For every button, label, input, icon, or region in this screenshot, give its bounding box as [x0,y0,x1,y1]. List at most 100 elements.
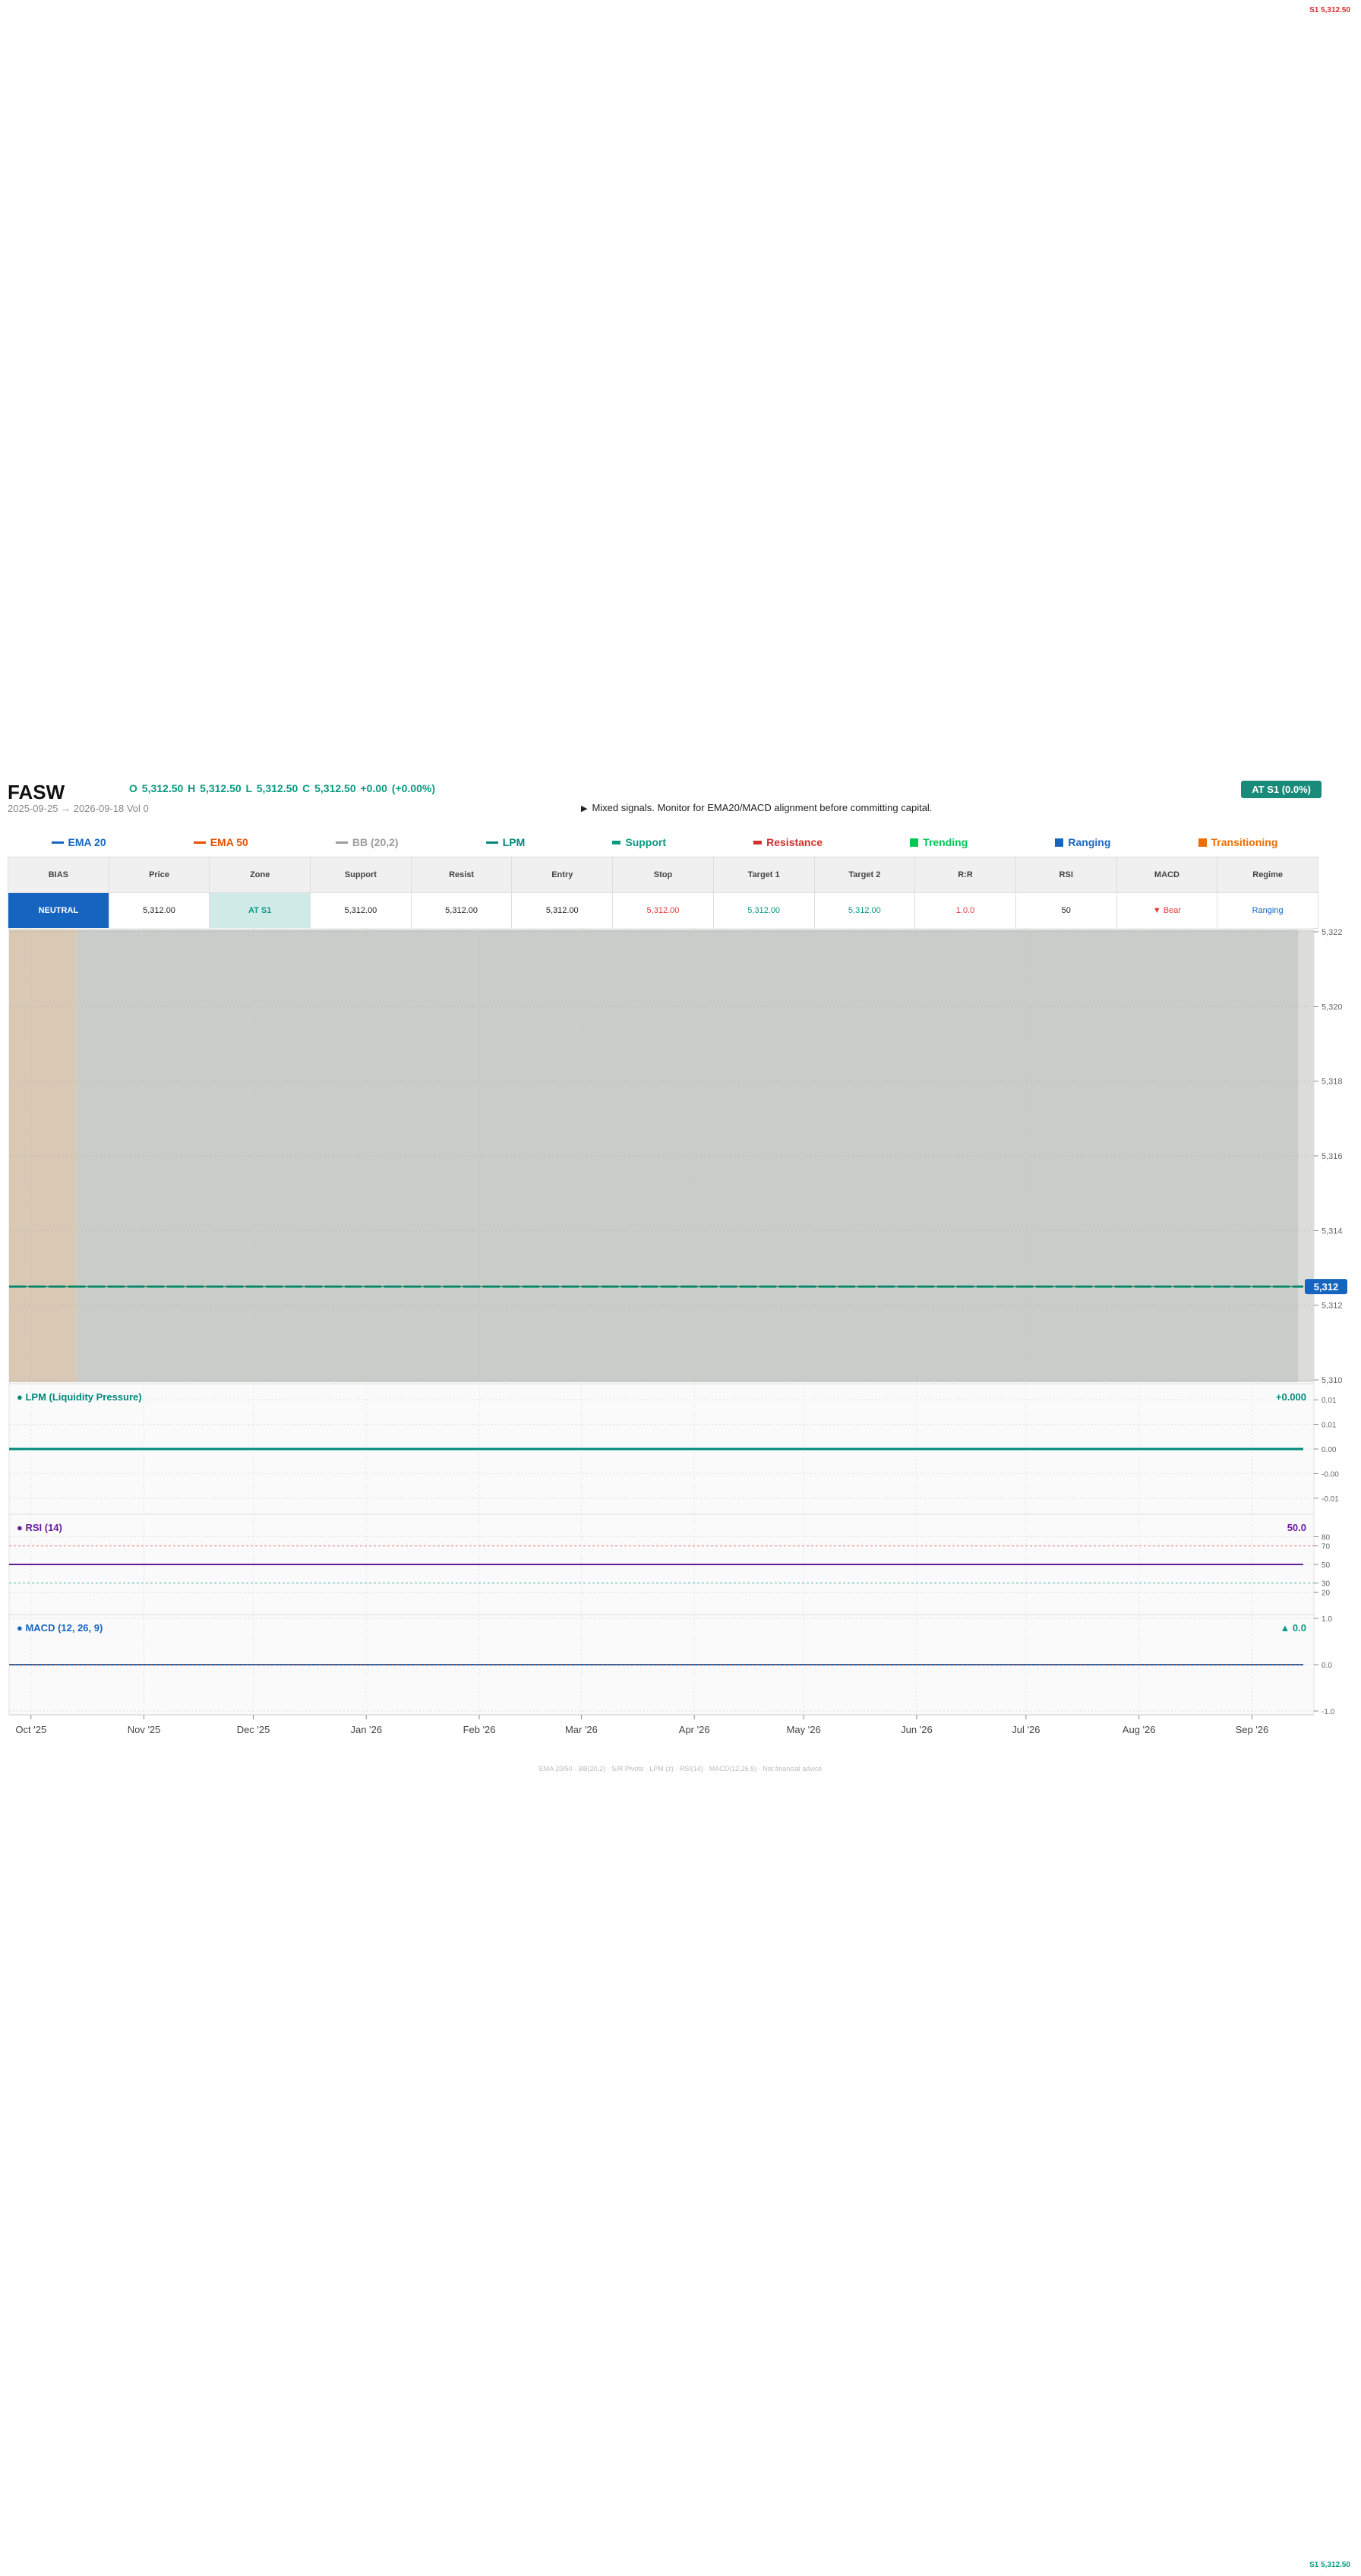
cell-zone: AT S1 [209,892,311,929]
cell-stop: 5,312.00 [612,892,714,929]
legend-item-resistance[interactable]: Resistance [753,836,823,848]
legend-label: BB (20,2) [352,836,399,848]
legend-label: Transitioning [1211,836,1278,848]
x-tick-label: Apr '26 [679,1724,710,1735]
table-row: NEUTRAL 5,312.00 AT S1 5,312.00 5,312.00… [8,892,1318,929]
cell-resist: 5,312.00 [410,892,513,929]
cell-rsi: 50 [1015,892,1117,929]
rsi-tick-label: 30 [1322,1580,1331,1588]
chart-legend: EMA 20 EMA 50 BB (20,2) LPM Support Resi… [8,834,1322,851]
y-tick-label: 5,320 [1322,1002,1343,1012]
legend-item-ranging[interactable]: Ranging [1055,836,1110,848]
legend-swatch [485,841,498,844]
y-tick-label: 5,316 [1322,1152,1343,1161]
table-header-row: BIAS Price Zone Support Resist Entry Sto… [8,857,1318,893]
macd-tick-label: 0.0 [1322,1662,1332,1670]
legend-label: LPM [502,836,526,848]
chart-header: FASW O 5,312.50 H 5,312.50 L 5,312.50 C … [8,778,1322,816]
footnote: EMA 20/50 · BB(20,2) · S/R Pivots · LPM … [538,1765,823,1773]
cell-target2: 5,312.00 [813,892,916,929]
cell-price: 5,312.00 [108,892,210,929]
price-chart[interactable]: Oct '25 Nov '25 Dec '25 Jan '26 Feb '26 Mar '… [0,928,1361,1748]
date-range: 2025-09-25 → 2026-09-18 Vol 0 [8,803,149,814]
legend-label: Trending [923,836,968,848]
col-header-macd: MACD [1116,857,1218,893]
legend-item-bb[interactable]: BB (20,2) [335,836,399,848]
last-price-tag-label: 5,312 [1314,1281,1339,1293]
macd-value-label: ▲ 0.0 [1280,1622,1306,1634]
lpm-tick-label: -0.01 [1322,1495,1339,1504]
x-tick-label: Oct '25 [15,1724,46,1735]
legend-label: EMA 50 [210,836,248,848]
col-header-support: Support [310,857,412,893]
x-tick-label: Mar '26 [565,1724,598,1735]
legend-label: Ranging [1068,836,1111,848]
edge-support-label-bottom: S1 5,312.50 [1309,2561,1350,2569]
legend-item-transitioning[interactable]: Transitioning [1198,836,1278,848]
x-tick-label: Sep '26 [1236,1724,1269,1735]
macd-tick-label: -1.0 [1322,1708,1335,1716]
cell-target1: 5,312.00 [712,892,815,929]
col-header-resist: Resist [410,857,513,893]
lpm-tick-label: 0.01 [1322,1397,1337,1405]
x-tick-label: Aug '26 [1123,1724,1156,1735]
x-tick-label: Jan '26 [351,1724,383,1735]
legend-item-ema50[interactable]: EMA 50 [193,836,248,848]
col-header-rr: R:R [914,857,1016,893]
col-header-zone: Zone [209,857,311,893]
y-tick-label: 5,310 [1322,1376,1343,1385]
x-tick-label: Jul '26 [1012,1724,1040,1735]
macd-tick-label: 1.0 [1322,1615,1332,1624]
x-tick-label: Jun '26 [901,1724,933,1735]
lpm-value-label: +0.000 [1276,1391,1306,1403]
y-tick-label: 5,314 [1322,1226,1343,1236]
x-tick-label: Dec '25 [237,1724,270,1735]
signal-text: Mixed signals. Monitor for EMA20/MACD al… [592,802,933,813]
x-tick-label: May '26 [787,1724,821,1735]
legend-swatch [193,841,206,844]
play-arrow-icon: ▶ [581,804,588,813]
legend-swatch [753,840,763,844]
col-header-target2: Target 2 [813,857,916,893]
y-tick-label: 5,312 [1322,1302,1343,1311]
rsi-tick-label: 50 [1322,1561,1331,1570]
cell-rr: 1.0.0 [914,892,1016,929]
legend-swatch [1198,838,1207,847]
legend-item-trending[interactable]: Trending [910,836,968,848]
rsi-tick-label: 80 [1322,1533,1331,1542]
legend-item-support[interactable]: Support [612,836,666,848]
edge-support-label-top: S1 5,312.50 [1309,6,1350,14]
y-tick-label: 5,322 [1322,928,1343,937]
cell-support: 5,312.00 [310,892,412,929]
macd-title: ● MACD (12, 26, 9) [17,1622,103,1634]
col-header-rsi: RSI [1015,857,1117,893]
rsi-title: ● RSI (14) [17,1522,62,1533]
legend-swatch [612,840,621,844]
rsi-tick-label: 20 [1322,1589,1331,1598]
lpm-tick-label: -0.00 [1322,1470,1339,1479]
cell-entry: 5,312.00 [511,892,614,929]
legend-item-lpm[interactable]: LPM [485,836,526,848]
y-tick-label: 5,318 [1322,1078,1343,1087]
legend-swatch [51,841,64,844]
x-tick-label: Nov '25 [128,1724,161,1735]
col-header-regime: Regime [1217,857,1318,893]
legend-swatch [1055,838,1064,847]
col-header-stop: Stop [612,857,714,893]
lpm-tick-label: 0.00 [1322,1446,1337,1454]
col-header-target1: Target 1 [712,857,815,893]
rsi-value-label: 50.0 [1287,1522,1306,1533]
legend-item-ema20[interactable]: EMA 20 [51,836,106,848]
legend-swatch [335,841,348,844]
ticker-symbol: FASW [8,781,65,803]
lpm-title: ● LPM (Liquidity Pressure) [17,1391,142,1403]
trade-summary-table: BIAS Price Zone Support Resist Entry Sto… [8,857,1318,929]
cell-bias: NEUTRAL [8,892,109,929]
status-badge: AT S1 (0.0%) [1241,781,1322,798]
legend-label: Resistance [766,836,823,848]
col-header-price: Price [108,857,210,893]
legend-swatch [910,838,919,847]
ohlc-readout: O 5,312.50 H 5,312.50 L 5,312.50 C 5,312… [129,782,436,794]
lpm-tick-label: 0.01 [1322,1422,1337,1430]
legend-label: Support [625,836,667,848]
